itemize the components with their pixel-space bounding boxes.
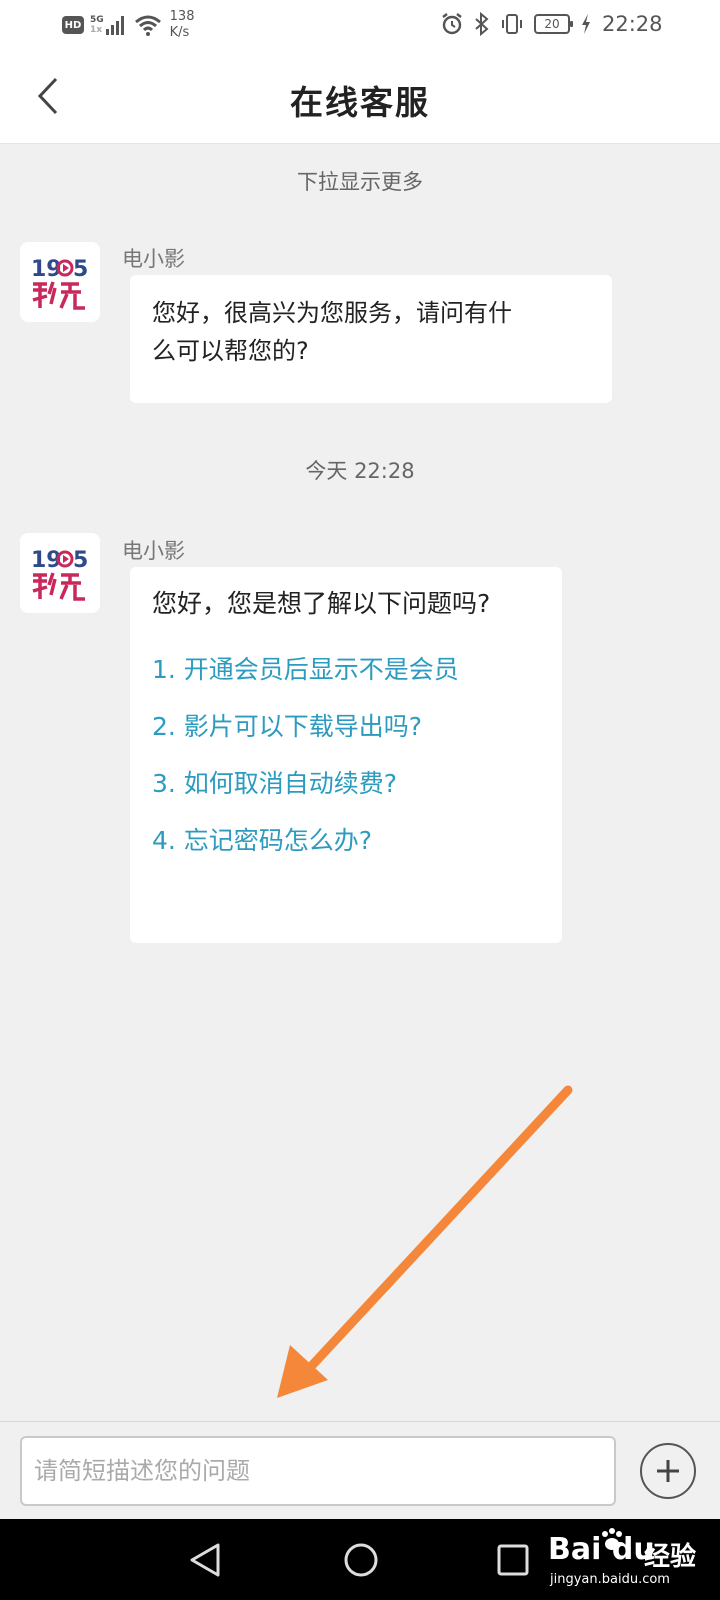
circle-home-icon (344, 1543, 378, 1577)
baidu-jingyan-watermark: Bai du 经验 jingyan.baidu.com (548, 1526, 718, 1596)
message-text-line: 么可以帮您的? (152, 337, 309, 365)
page-title: 在线客服 (290, 83, 430, 122)
bluetooth-icon (475, 12, 489, 36)
battery-icon: 20 (534, 14, 573, 34)
wifi-icon (134, 15, 161, 36)
message-text-line: 您好，很高兴为您服务，请问有什 (152, 299, 512, 327)
hd-badge: HD (62, 16, 84, 34)
more-options-button[interactable] (640, 1443, 696, 1499)
network-type-label: 5G 1x (90, 15, 104, 35)
faq-bubble: 您好，您是想了解以下问题吗? 1. 开通会员后显示不是会员 2. 影片可以下载导… (130, 567, 562, 943)
sender-name: 电小影 (122, 247, 185, 271)
svg-text:5: 5 (73, 257, 88, 282)
avatar[interactable]: 19 5 (20, 533, 100, 613)
plus-icon (657, 1460, 679, 1482)
status-right-icons: 20 22:28 (440, 12, 663, 36)
status-left: HD 5G 1x 138 K/s (62, 8, 194, 42)
faq-question-link[interactable]: 3. 如何取消自动续费? (152, 755, 540, 812)
faq-question-link[interactable]: 2. 影片可以下载导出吗? (152, 698, 540, 755)
square-recents-icon (497, 1544, 529, 1576)
header: 在线客服 (0, 48, 720, 144)
message-input[interactable] (20, 1436, 616, 1506)
message-timestamp: 今天 22:28 (305, 459, 415, 483)
faq-question-link[interactable]: 4. 忘记密码怎么办? (152, 812, 540, 869)
charging-icon (582, 14, 590, 34)
paw-icon (602, 1528, 622, 1550)
nav-home-button[interactable] (338, 1537, 384, 1583)
avatar[interactable]: 19 5 (20, 242, 100, 322)
speed-value: 138 (169, 9, 195, 24)
message-bubble: 您好，很高兴为您服务，请问有什 么可以帮您的? (130, 275, 612, 403)
film-1905-logo-icon: 19 5 (31, 548, 88, 601)
nav-recents-button[interactable] (490, 1537, 536, 1583)
network-type-top: 5G (90, 15, 104, 25)
sender-name: 电小影 (122, 539, 185, 563)
faq-intro: 您好，您是想了解以下问题吗? (152, 589, 491, 618)
network-speed: 138 K/s (170, 9, 195, 41)
faq-question-link[interactable]: 1. 开通会员后显示不是会员 (152, 641, 540, 698)
status-bar: HD 5G 1x 138 K/s 20 22:28 (0, 0, 720, 48)
network-type-bottom: 1x (90, 25, 103, 35)
status-clock: 22:28 (602, 12, 663, 36)
film-1905-logo-icon: 19 5 (31, 257, 88, 310)
signal-icon (105, 15, 126, 35)
triangle-back-icon (190, 1543, 220, 1577)
speed-unit: K/s (169, 25, 190, 40)
svg-text:5: 5 (73, 548, 88, 573)
alarm-icon (442, 13, 462, 35)
watermark-url: jingyan.baidu.com (550, 1572, 670, 1587)
input-bar (0, 1421, 720, 1519)
nav-back-button[interactable] (182, 1537, 228, 1583)
vibrate-icon (502, 14, 522, 34)
watermark-cn: 经验 (644, 1542, 697, 1572)
pull-to-load-hint[interactable]: 下拉显示更多 (0, 166, 720, 196)
faq-list: 1. 开通会员后显示不是会员 2. 影片可以下载导出吗? 3. 如何取消自动续费… (152, 641, 540, 869)
